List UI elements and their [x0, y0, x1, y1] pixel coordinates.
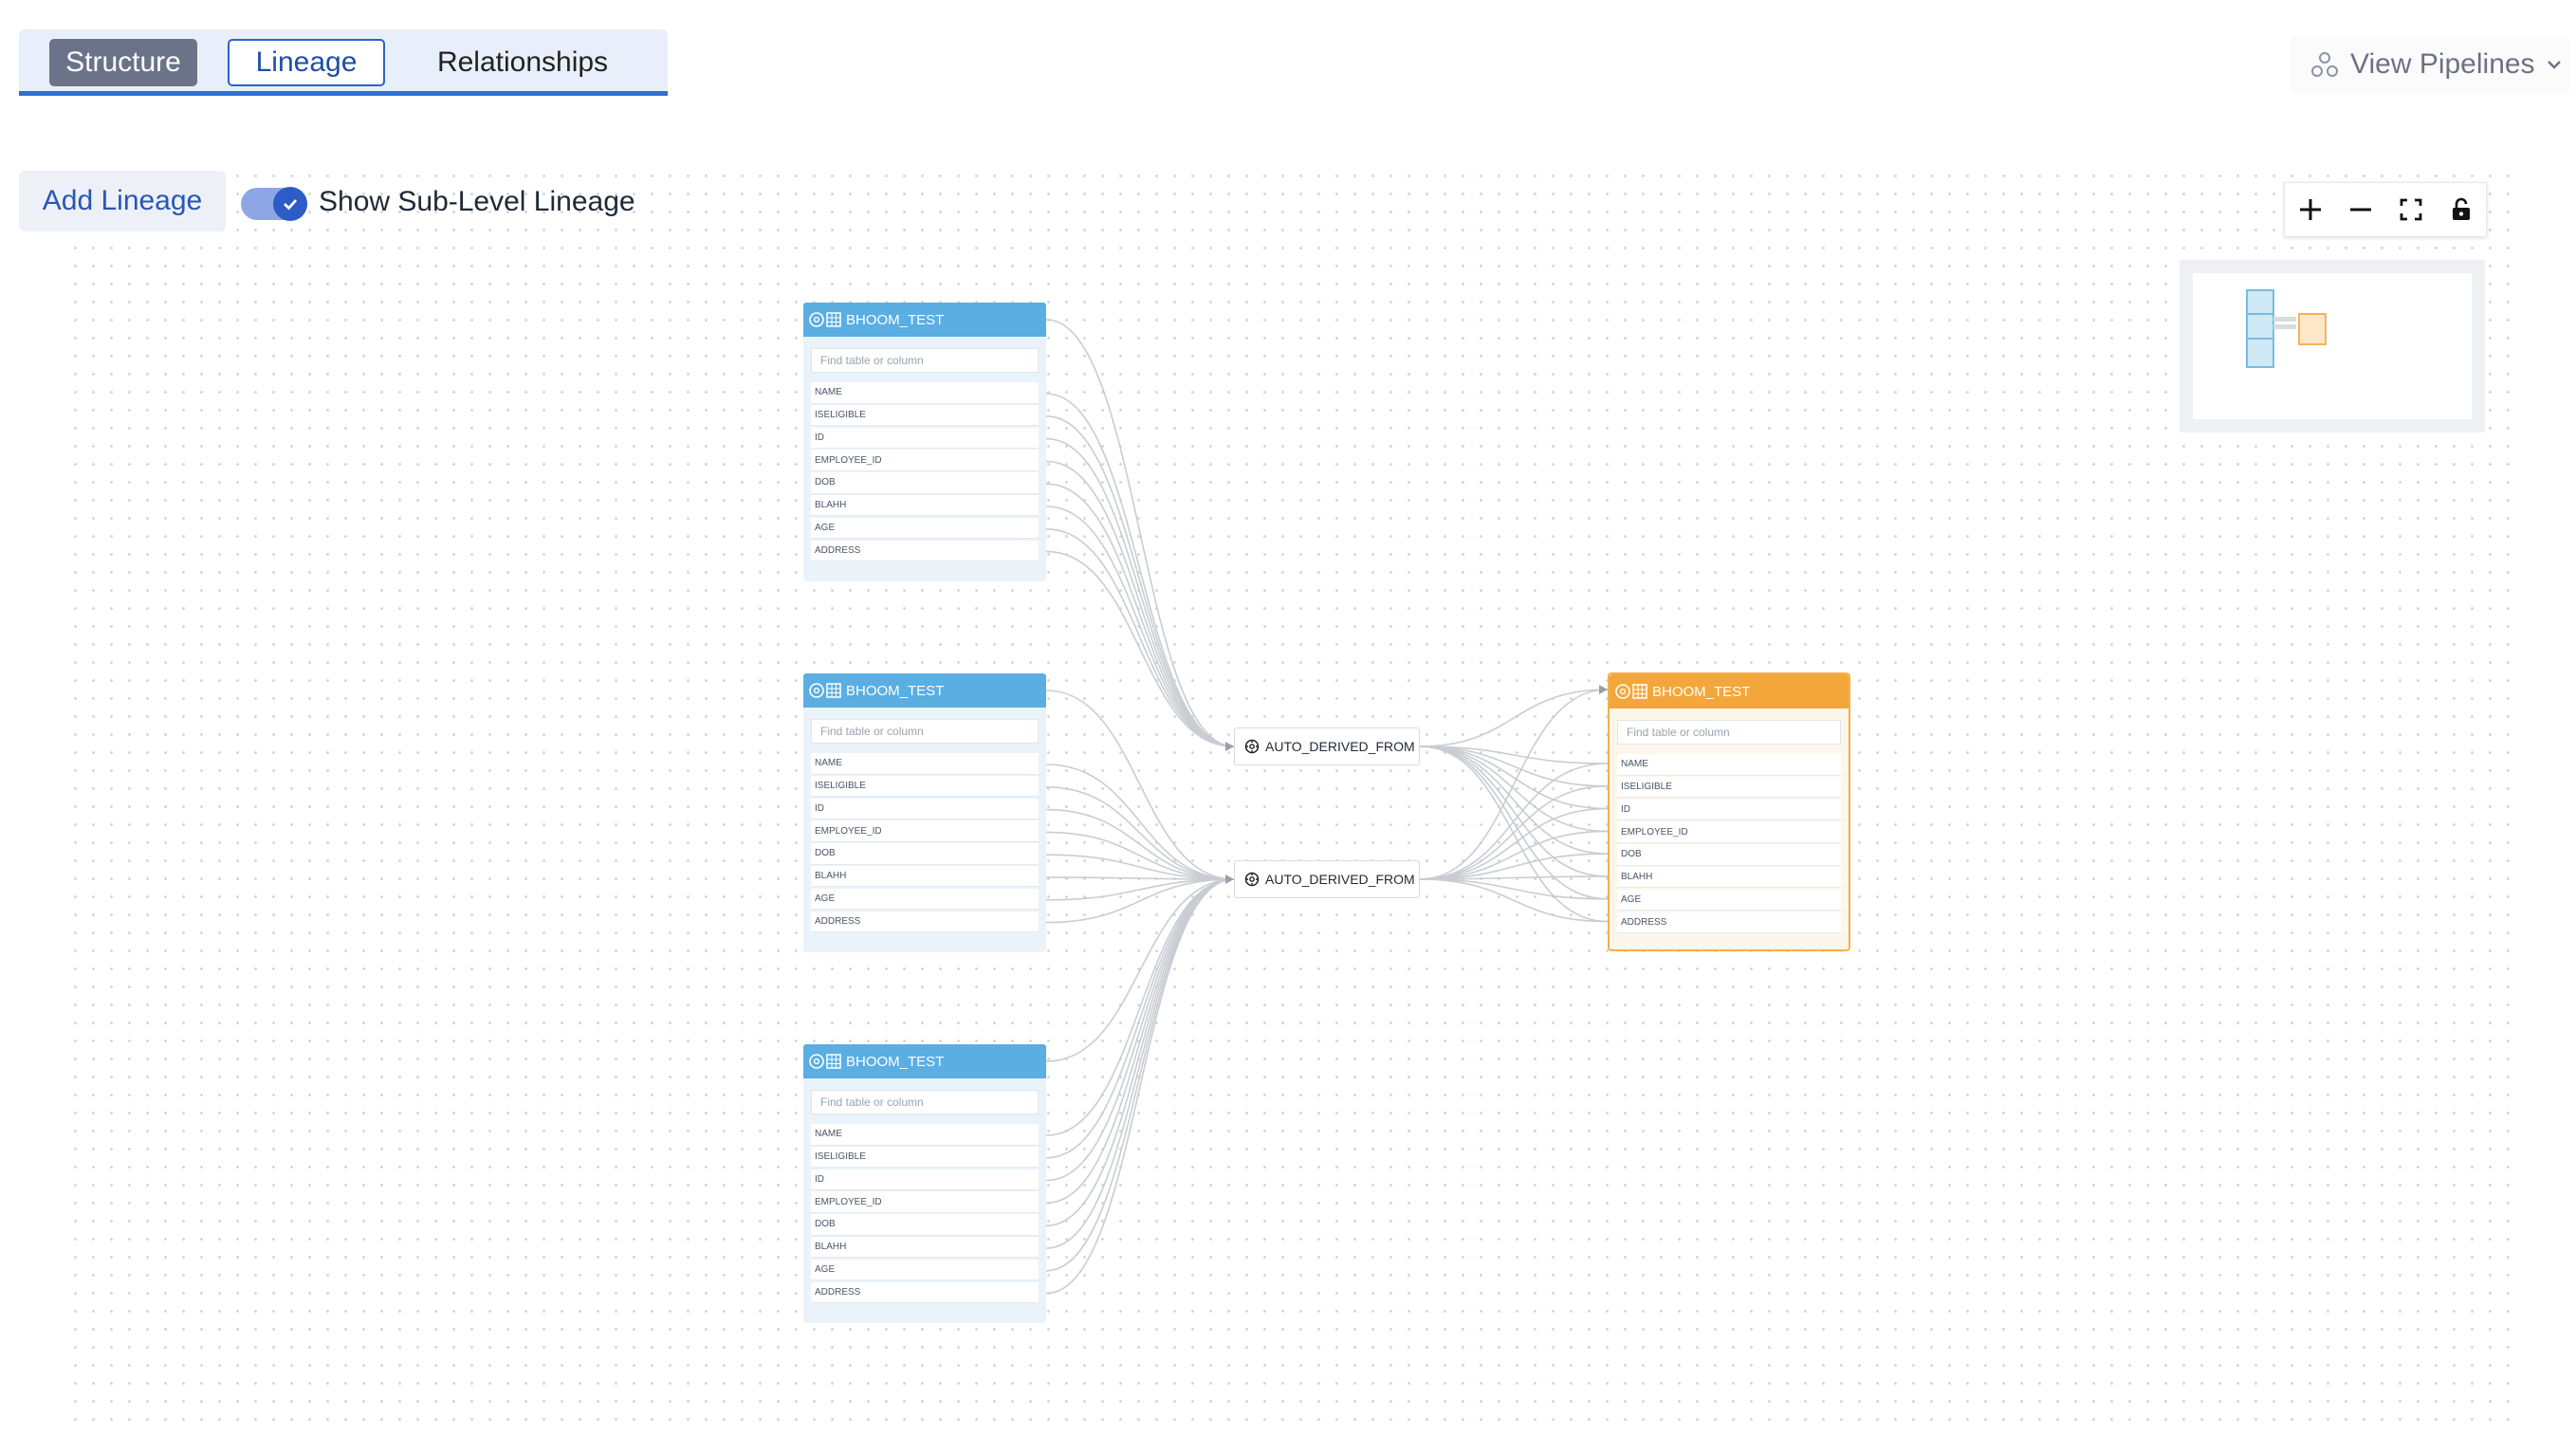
- column-row[interactable]: NAME: [811, 1124, 1039, 1146]
- process-label: AUTO_DERIVED_FROM: [1265, 872, 1415, 887]
- tab-structure[interactable]: Structure: [49, 39, 197, 86]
- table-node-header: BHOOM_TEST: [1610, 674, 1849, 709]
- column-row[interactable]: ADDRESS: [811, 540, 1039, 562]
- source-table-node[interactable]: BHOOM_TEST Find table or column NAME ISE…: [803, 1044, 1046, 1323]
- column-row[interactable]: ADDRESS: [811, 911, 1039, 933]
- table-node-header: BHOOM_TEST: [803, 673, 1046, 708]
- column-row[interactable]: DOB: [811, 1214, 1039, 1236]
- table-icon: [809, 1054, 841, 1069]
- find-column-input[interactable]: Find table or column: [811, 719, 1039, 744]
- column-row[interactable]: EMPLOYEE_ID: [811, 820, 1039, 842]
- column-row[interactable]: ISELIGIBLE: [811, 775, 1039, 798]
- column-row[interactable]: NAME: [811, 382, 1039, 404]
- table-name: BHOOM_TEST: [846, 311, 945, 328]
- column-row[interactable]: AGE: [811, 888, 1039, 911]
- chevron-down-icon: [2547, 61, 2561, 69]
- zoom-out-button[interactable]: [2342, 191, 2380, 229]
- column-row[interactable]: DOB: [811, 843, 1039, 865]
- view-pipelines-label: View Pipelines: [2350, 48, 2535, 80]
- column-row[interactable]: AGE: [1617, 889, 1841, 911]
- table-name: BHOOM_TEST: [1652, 683, 1751, 700]
- zoom-in-button[interactable]: [2291, 191, 2329, 229]
- check-icon: [273, 187, 307, 221]
- lock-button[interactable]: [2442, 191, 2480, 229]
- table-icon: [809, 312, 841, 327]
- column-row[interactable]: ADDRESS: [1617, 911, 1841, 934]
- minus-icon: [2349, 208, 2371, 212]
- column-row[interactable]: NAME: [811, 753, 1039, 775]
- column-row[interactable]: ISELIGIBLE: [1617, 776, 1841, 799]
- column-row[interactable]: BLAHH: [811, 1236, 1039, 1259]
- process-label: AUTO_DERIVED_FROM: [1265, 739, 1415, 754]
- column-row[interactable]: ID: [1617, 799, 1841, 821]
- table-node-header: BHOOM_TEST: [803, 1044, 1046, 1078]
- table-icon: [1615, 684, 1647, 699]
- column-row[interactable]: ISELIGIBLE: [811, 1146, 1039, 1169]
- column-row[interactable]: ID: [811, 1169, 1039, 1191]
- find-column-input[interactable]: Find table or column: [811, 1090, 1039, 1114]
- process-icon: [1244, 739, 1260, 754]
- sub-level-lineage-label: Show Sub-Level Lineage: [319, 186, 635, 217]
- fit-view-icon: [2400, 198, 2421, 221]
- table-name: BHOOM_TEST: [846, 1053, 945, 1070]
- sub-level-lineage-toggle[interactable]: [241, 187, 307, 221]
- column-row[interactable]: ID: [811, 427, 1039, 450]
- fit-view-button[interactable]: [2392, 191, 2430, 229]
- column-row[interactable]: AGE: [811, 1259, 1039, 1281]
- tab-relationships[interactable]: Relationships: [421, 39, 624, 86]
- zoom-controls: [2284, 182, 2487, 237]
- column-row[interactable]: BLAHH: [811, 865, 1039, 888]
- column-row[interactable]: BLAHH: [1617, 866, 1841, 889]
- view-pipelines-button[interactable]: View Pipelines: [2290, 36, 2570, 93]
- column-row[interactable]: NAME: [1617, 754, 1841, 776]
- find-column-input[interactable]: Find table or column: [811, 348, 1039, 373]
- find-column-input[interactable]: Find table or column: [1617, 720, 1841, 745]
- table-name: BHOOM_TEST: [846, 682, 945, 699]
- column-row[interactable]: ISELIGIBLE: [811, 404, 1039, 427]
- process-node[interactable]: AUTO_DERIVED_FROM: [1234, 727, 1420, 765]
- tab-lineage[interactable]: Lineage: [228, 39, 385, 86]
- lock-icon: [2452, 197, 2470, 220]
- target-table-node[interactable]: BHOOM_TEST Find table or column NAME ISE…: [1608, 672, 1850, 951]
- column-row[interactable]: AGE: [811, 517, 1039, 540]
- plus-icon: [2299, 199, 2321, 220]
- column-row[interactable]: BLAHH: [811, 494, 1039, 517]
- process-icon: [1244, 872, 1260, 887]
- table-icon: [809, 683, 841, 698]
- column-row[interactable]: EMPLOYEE_ID: [811, 1191, 1039, 1213]
- add-lineage-button[interactable]: Add Lineage: [19, 171, 226, 231]
- column-row[interactable]: ADDRESS: [811, 1281, 1039, 1304]
- lineage-canvas[interactable]: [66, 167, 2513, 1428]
- tab-bar: Structure Lineage Relationships: [19, 29, 668, 96]
- column-row[interactable]: EMPLOYEE_ID: [1617, 821, 1841, 843]
- minimap[interactable]: [2180, 260, 2485, 433]
- source-table-node[interactable]: BHOOM_TEST Find table or column NAME ISE…: [803, 673, 1046, 952]
- column-row[interactable]: EMPLOYEE_ID: [811, 450, 1039, 471]
- source-table-node[interactable]: BHOOM_TEST Find table or column NAME ISE…: [803, 303, 1046, 581]
- column-row[interactable]: DOB: [1617, 844, 1841, 866]
- column-row[interactable]: ID: [811, 798, 1039, 820]
- column-row[interactable]: DOB: [811, 472, 1039, 494]
- pipelines-icon: [2311, 52, 2338, 77]
- table-node-header: BHOOM_TEST: [803, 303, 1046, 337]
- process-node[interactable]: AUTO_DERIVED_FROM: [1234, 860, 1420, 898]
